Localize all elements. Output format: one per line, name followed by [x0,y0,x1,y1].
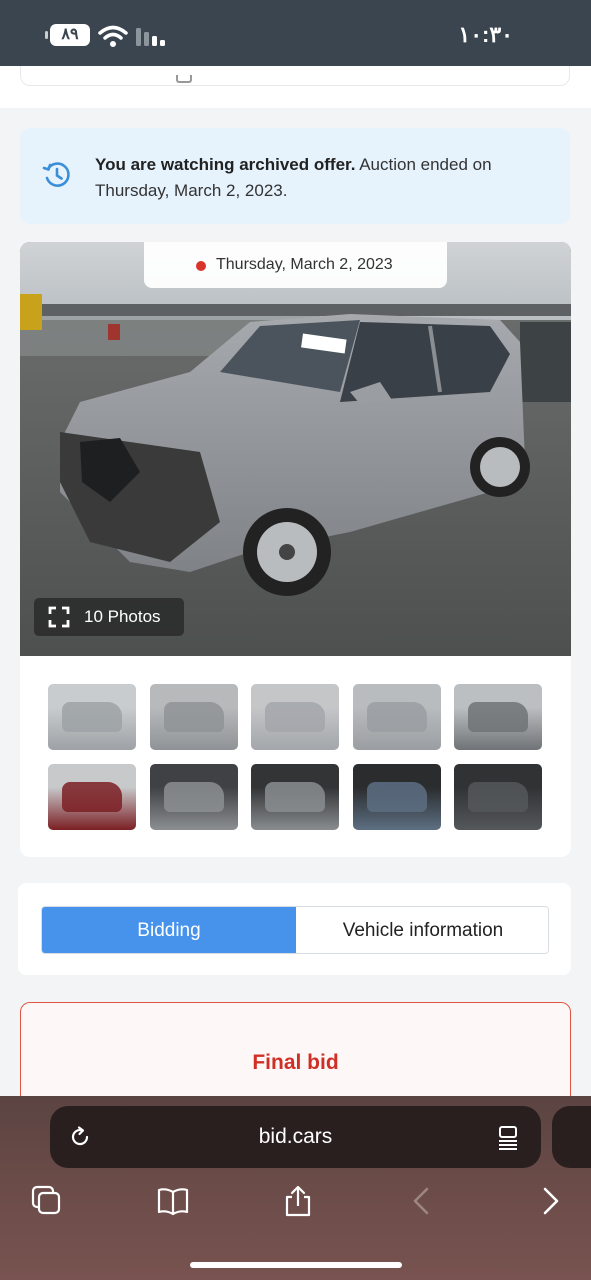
tabs-card: Bidding Vehicle information [18,883,571,975]
battery-indicator: ٨٩ [45,24,90,46]
next-tab-preview[interactable] [552,1106,591,1168]
photo-thumbnail[interactable] [251,684,339,750]
auction-date-chip: Thursday, March 2, 2023 [144,242,447,288]
share-icon[interactable] [281,1184,315,1218]
final-bid-label: Final bid [252,1051,339,1074]
photo-thumbnail[interactable] [454,764,542,830]
photo-count-label: 10 Photos [84,607,161,626]
status-dot-icon [196,261,206,271]
photo-thumbnail[interactable] [149,684,238,750]
final-bid-card: Final bid [20,1002,571,1096]
status-clock: ١٠:٣٠ [458,22,513,47]
history-icon [42,162,70,187]
tab-overview-icon[interactable] [495,1124,521,1150]
address-bar[interactable]: bid.cars [50,1106,541,1168]
browser-toolbar: bid.cars [0,1096,591,1280]
page-content[interactable]: You are watching archived offer. Auction… [0,66,591,1096]
tabs-icon[interactable] [30,1184,64,1218]
photo-thumbnail[interactable] [352,764,441,830]
photo-thumbnail[interactable] [48,684,136,750]
photo-thumbnail[interactable] [251,764,339,830]
photo-thumbnail[interactable] [352,684,441,750]
cellular-signal-icon [136,28,165,46]
forward-arrow-icon[interactable] [533,1184,567,1218]
photo-thumbnail[interactable] [48,764,136,830]
auction-date: Thursday, March 2, 2023 [216,256,393,273]
back-arrow-icon[interactable] [405,1184,439,1218]
main-vehicle-photo[interactable]: Thursday, March 2, 2023 10 Photos [20,242,571,656]
archived-offer-notice: You are watching archived offer. Auction… [20,128,570,224]
tab-bar: Bidding Vehicle information [41,906,549,954]
notice-bold-text: You are watching archived offer. [95,155,356,174]
fullscreen-expand-icon [48,606,70,628]
previous-card [20,66,570,86]
photo-thumbnail[interactable] [149,764,238,830]
view-photos-button[interactable]: 10 Photos [34,598,184,636]
bookmarks-icon[interactable] [156,1184,190,1218]
tab-vehicle-information[interactable]: Vehicle information [296,907,548,953]
notice-text: You are watching archived offer. Auction… [95,152,545,204]
url-text: bid.cars [258,1125,333,1148]
tab-bidding[interactable]: Bidding [42,907,296,953]
car-photo-image [20,242,571,656]
home-indicator[interactable] [190,1262,402,1268]
status-bar: ٨٩ ١٠:٣٠ [0,0,591,66]
photo-thumbnail[interactable] [454,684,542,750]
wifi-icon [98,25,128,47]
photo-gallery-card: Thursday, March 2, 2023 10 Photos [20,242,571,857]
